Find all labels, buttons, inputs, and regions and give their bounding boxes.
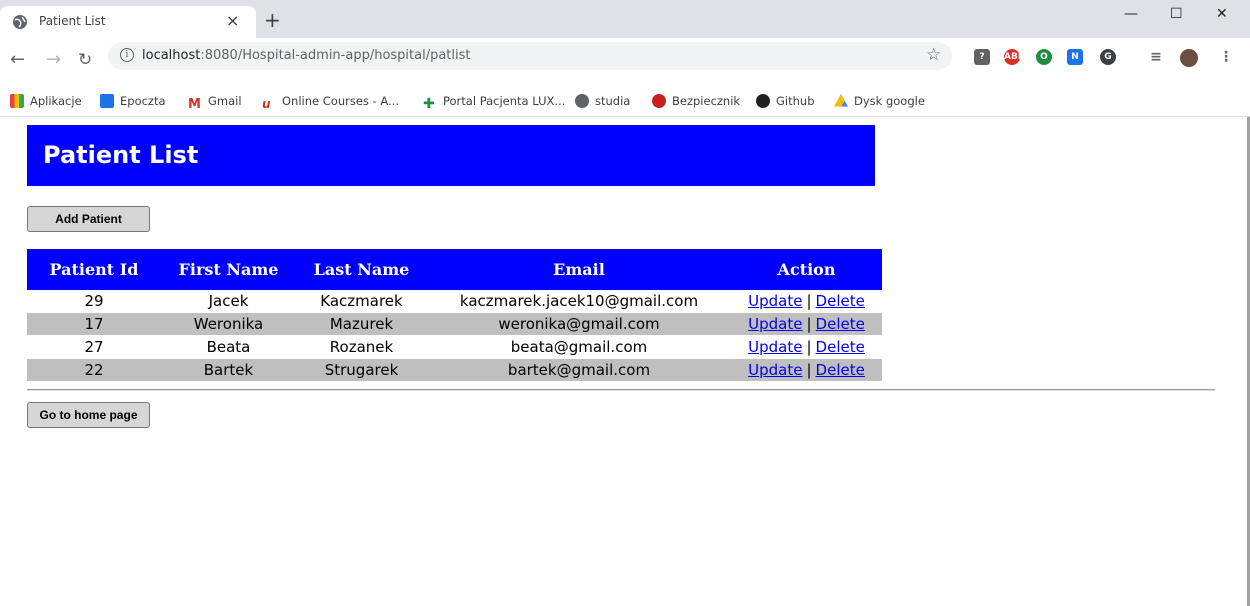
tab-strip: Patient List × + — ☐ ✕	[0, 0, 1250, 38]
delete-link[interactable]: Delete	[816, 361, 865, 379]
column-header-last-name: Last Name	[296, 249, 427, 290]
bookmark-dysk-google[interactable]: Dysk google	[834, 94, 925, 108]
bookmark-bezpiecznik[interactable]: Bezpiecznik	[652, 94, 740, 108]
ghostery-extension-icon[interactable]: G	[1100, 49, 1116, 65]
github-icon	[756, 94, 770, 108]
update-link[interactable]: Update	[748, 315, 802, 333]
first-name-cell: Beata	[161, 335, 296, 359]
google-drive-icon	[834, 94, 848, 107]
apps-grid-icon	[10, 94, 24, 108]
action-separator: |	[806, 292, 812, 310]
site-info-icon[interactable]: i	[120, 48, 134, 62]
url-text: localhost:8080/Hospital-admin-app/hospit…	[142, 48, 471, 63]
action-separator: |	[806, 361, 812, 379]
last-name-cell: Rozanek	[296, 335, 427, 359]
action-cell: Update | Delete	[731, 335, 882, 359]
last-name-cell: Mazurek	[296, 312, 427, 336]
column-header-patient-id: Patient Id	[27, 249, 161, 290]
bookmark-gmail[interactable]: M Gmail	[188, 94, 242, 112]
email-cell: bartek@gmail.com	[427, 358, 731, 382]
table-header-row: Patient Id First Name Last Name Email Ac…	[27, 249, 882, 290]
gmail-icon: M	[188, 97, 202, 112]
column-header-action: Action	[731, 249, 882, 290]
new-tab-button[interactable]: +	[264, 10, 281, 30]
delete-link[interactable]: Delete	[816, 292, 865, 310]
browser-toolbar: ← → ↻ i localhost:8080/Hospital-admin-ap…	[0, 38, 1250, 88]
patient-id-cell: 27	[27, 335, 161, 359]
new-extension-icon[interactable]: N	[1067, 49, 1083, 65]
update-link[interactable]: Update	[748, 361, 802, 379]
delete-link[interactable]: Delete	[816, 315, 865, 333]
bookmarks-bar: Aplikacje Epoczta M Gmail u Online Courses…	[0, 88, 1250, 117]
column-header-email: Email	[427, 249, 731, 290]
tab-title: Patient List	[39, 14, 106, 28]
bookmark-portal-pacjenta[interactable]: ✚ Portal Pacjenta LUX...	[423, 94, 565, 111]
reading-list-icon[interactable]: ≡	[1148, 49, 1164, 65]
bookmark-online-courses[interactable]: u Online Courses - A...	[262, 94, 399, 111]
email-cell: weronika@gmail.com	[427, 312, 731, 336]
power-extension-icon[interactable]: O	[1036, 49, 1052, 65]
globe-icon	[13, 15, 27, 29]
column-header-first-name: First Name	[161, 249, 296, 290]
add-patient-button[interactable]: Add Patient	[27, 206, 150, 232]
profile-avatar[interactable]	[1180, 49, 1198, 67]
help-extension-icon[interactable]: ?	[974, 49, 990, 65]
back-arrow-icon[interactable]: ←	[10, 51, 25, 69]
address-bar[interactable]: i localhost:8080/Hospital-admin-app/hosp…	[108, 42, 952, 70]
reload-icon[interactable]: ↻	[78, 51, 92, 69]
portal-pacjenta-icon: ✚	[423, 96, 435, 112]
email-cell: kaczmarek.jacek10@gmail.com	[427, 290, 731, 313]
table-row: 22 Bartek Strugarek bartek@gmail.com Upd…	[27, 358, 882, 382]
delete-link[interactable]: Delete	[816, 338, 865, 356]
page-content: Patient List Add Patient Patient Id Firs…	[0, 117, 1247, 606]
epoczta-icon	[100, 94, 114, 108]
action-cell: Update | Delete	[731, 290, 882, 313]
horizontal-divider	[27, 389, 1215, 391]
minimize-button[interactable]: —	[1124, 6, 1138, 22]
maximize-button[interactable]: ☐	[1170, 6, 1183, 22]
bookmark-epoczta[interactable]: Epoczta	[100, 94, 166, 108]
table-row: 29 Jacek Kaczmarek kaczmarek.jacek10@gma…	[27, 290, 882, 313]
action-cell: Update | Delete	[731, 358, 882, 382]
bookmark-studia[interactable]: studia	[575, 94, 630, 108]
first-name-cell: Bartek	[161, 358, 296, 382]
action-separator: |	[806, 315, 812, 333]
browser-tab[interactable]: Patient List ×	[0, 6, 256, 38]
first-name-cell: Weronika	[161, 312, 296, 336]
bezpiecznik-icon	[652, 94, 666, 108]
first-name-cell: Jacek	[161, 290, 296, 313]
update-link[interactable]: Update	[748, 338, 802, 356]
page-title: Patient List	[43, 141, 199, 169]
table-row: 17 Weronika Mazurek weronika@gmail.com U…	[27, 312, 882, 336]
online-courses-icon: u	[262, 97, 271, 111]
forward-arrow-icon[interactable]: →	[46, 51, 61, 69]
globe-icon	[575, 94, 589, 108]
bookmark-github[interactable]: Github	[756, 94, 815, 108]
action-separator: |	[806, 338, 812, 356]
update-link[interactable]: Update	[748, 292, 802, 310]
email-cell: beata@gmail.com	[427, 335, 731, 359]
window-close-button[interactable]: ✕	[1216, 6, 1228, 22]
patient-table: Patient Id First Name Last Name Email Ac…	[27, 249, 882, 382]
page-header: Patient List	[27, 125, 875, 186]
last-name-cell: Kaczmarek	[296, 290, 427, 313]
last-name-cell: Strugarek	[296, 358, 427, 382]
bookmark-apps[interactable]: Aplikacje	[10, 94, 82, 108]
table-row: 27 Beata Rozanek beata@gmail.com Update |…	[27, 335, 882, 359]
patient-id-cell: 22	[27, 358, 161, 382]
bookmark-star-icon[interactable]: ☆	[926, 45, 941, 65]
patient-id-cell: 29	[27, 290, 161, 313]
browser-menu-icon[interactable]: ⋮	[1218, 49, 1234, 65]
tab-close-icon[interactable]: ×	[226, 11, 239, 30]
go-home-button[interactable]: Go to home page	[27, 402, 150, 428]
patient-id-cell: 17	[27, 312, 161, 336]
action-cell: Update | Delete	[731, 312, 882, 336]
adblock-extension-icon[interactable]: ABP	[1004, 49, 1024, 65]
